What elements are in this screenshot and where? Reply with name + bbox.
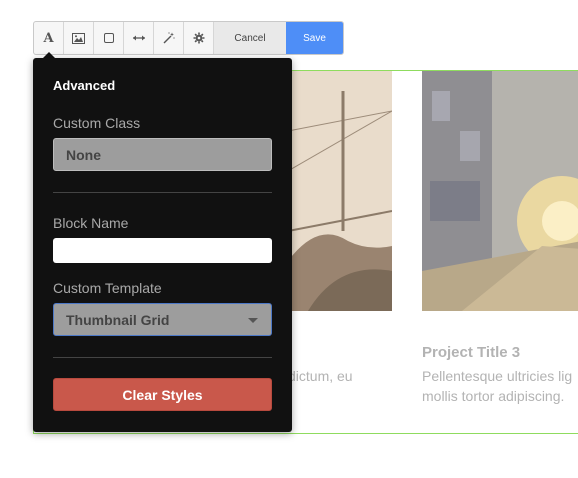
bridge-photo-art [288, 71, 392, 311]
street-photo-art [422, 71, 578, 311]
custom-template-value: Thumbnail Grid [66, 311, 170, 328]
magic-wand-icon [163, 32, 175, 44]
custom-template-select[interactable]: Thumbnail Grid [53, 303, 272, 336]
box-icon [103, 33, 114, 43]
custom-class-label: Custom Class [53, 115, 141, 131]
advanced-settings-panel: Advanced Custom Class None Block Name Cu… [33, 58, 292, 432]
custom-template-label: Custom Template [53, 280, 162, 296]
settings-button[interactable] [184, 22, 214, 54]
image-button[interactable] [64, 22, 94, 54]
chevron-down-icon [248, 318, 258, 323]
text-format-button[interactable]: A [34, 22, 64, 54]
panel-divider [53, 192, 272, 193]
resize-horizontal-button[interactable] [124, 22, 154, 54]
custom-class-value: None [66, 146, 101, 163]
block-toolbar: A Cancel Save [33, 21, 344, 55]
panel-title: Advanced [53, 78, 116, 93]
magic-wand-button[interactable] [154, 22, 184, 54]
project-description-line: Pellentesque ultricies lig [422, 368, 573, 384]
project-description-left: dictum, eu [288, 368, 353, 384]
custom-class-select[interactable]: None [53, 138, 272, 171]
block-name-label: Block Name [53, 215, 129, 231]
gear-icon [193, 32, 204, 44]
save-button[interactable]: Save [286, 22, 343, 54]
block-name-input[interactable] [53, 238, 272, 263]
box-button[interactable] [94, 22, 124, 54]
project-image-street[interactable] [422, 71, 578, 311]
image-icon [72, 32, 85, 44]
project-image-bridge[interactable] [288, 71, 392, 311]
text-format-icon: A [43, 30, 54, 46]
project-description: Pellentesque ultricies lig mollis tortor… [422, 366, 578, 406]
project-description-line: mollis tortor adipiscing. [422, 388, 565, 404]
project-title: Project Title 3 [422, 344, 521, 361]
clear-styles-button[interactable]: Clear Styles [53, 378, 272, 411]
cancel-button[interactable]: Cancel [214, 22, 286, 54]
panel-divider [53, 357, 272, 358]
resize-horizontal-icon [132, 35, 145, 41]
